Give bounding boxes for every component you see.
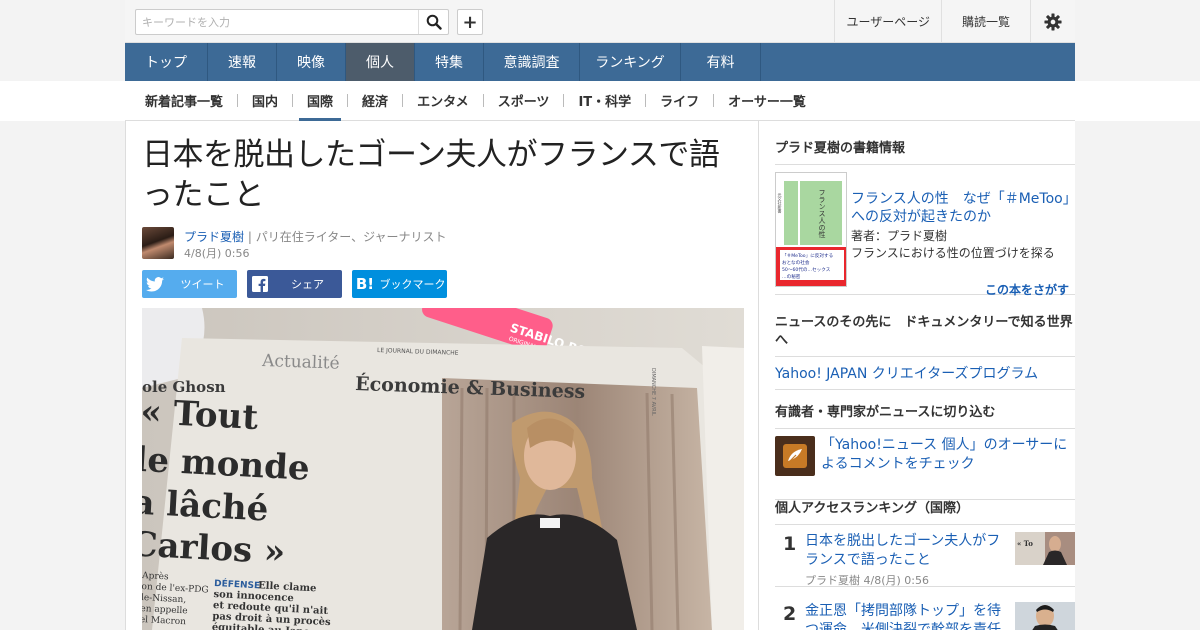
user-page-link[interactable]: ユーザーページ <box>834 0 941 43</box>
divider <box>402 94 404 107</box>
subnav-economy[interactable]: 経済 <box>354 81 396 121</box>
book-description: フランスにおける性の位置づけを探る <box>851 246 1055 260</box>
ranking-thumbnail[interactable]: « To <box>1015 532 1075 565</box>
photo-quote-1: « Tout <box>142 392 259 438</box>
facebook-share-label: シェア <box>291 278 324 291</box>
search-icon <box>426 14 442 30</box>
top-bar: + ユーザーページ 購読一覧 <box>125 0 1075 43</box>
photo-header-left: Actualité <box>261 351 340 374</box>
search-box <box>135 9 449 35</box>
divider <box>482 94 484 107</box>
facebook-share-button[interactable]: シェア <box>247 270 342 298</box>
hatena-bookmark-icon: B! <box>355 275 375 293</box>
ranking-section: 個人アクセスランキング（国際） 1 日本を脱出したゴーン夫人がフランスで語ったこ… <box>775 500 1075 630</box>
book-section: プラド夏樹の書籍情報 フランス人の性 光文社新書 「＃MeToo」に反対するおと… <box>775 140 1075 297</box>
nav-breaking[interactable]: 速報 <box>208 43 277 81</box>
book-author: 著者：プラド夏樹 <box>851 229 948 243</box>
find-book-link[interactable]: この本をさがす <box>985 281 1069 298</box>
experts-card[interactable]: 「Yahoo!ニュース 個人」のオーサーによるコメントをチェック <box>775 434 1075 478</box>
share-buttons: ツイート シェア B! ブックマーク <box>142 270 447 298</box>
article-photo[interactable]: STABILO BOSS ORIGINAL Actualité Économie… <box>142 308 744 630</box>
book-cover-publisher: 光文社新書 <box>778 192 783 214</box>
nav-ranking[interactable]: ランキング <box>580 43 681 81</box>
divider <box>645 94 647 107</box>
ranking-thumbnail[interactable] <box>1015 602 1075 630</box>
ranking-heading: 個人アクセスランキング（国際） <box>775 500 1075 525</box>
divider <box>237 94 239 107</box>
hatena-bookmark-label: ブックマーク <box>379 278 446 291</box>
nav-top[interactable]: トップ <box>125 43 208 81</box>
book-cover-title: フランス人の性 <box>818 189 826 239</box>
gear-icon <box>1044 12 1062 31</box>
subnav-sports[interactable]: スポーツ <box>490 81 558 121</box>
ranking-item[interactable]: 1 日本を脱出したゴーン夫人がフランスで語ったこと プラド夏樹 4/8(月) 0… <box>775 525 1075 587</box>
divider <box>292 94 294 107</box>
subnav-authors[interactable]: オーサー一覧 <box>720 81 814 121</box>
sub-nav: 新着記事一覧 国内 国際 経済 エンタメ スポーツ IT・科学 ライフ オーサー… <box>0 81 1200 121</box>
add-button[interactable]: + <box>457 9 483 35</box>
sidebar: プラド夏樹の書籍情報 フランス人の性 光文社新書 「＃MeToo」に反対するおと… <box>759 121 1075 630</box>
subnav-it-science[interactable]: IT・科学 <box>570 81 639 121</box>
subnav-domestic[interactable]: 国内 <box>244 81 286 121</box>
divider <box>347 94 349 107</box>
article-date: 4/8(月) 0:56 <box>184 247 250 260</box>
hatena-bookmark-button[interactable]: B! ブックマーク <box>352 270 447 298</box>
divider <box>713 94 715 107</box>
experts-section: 有識者・専門家がニュースに切り込む 「Yahoo!ニュース 個人」のオーサーによ… <box>775 404 1075 500</box>
author-role: パリ在住ライター、ジャーナリスト <box>255 230 447 244</box>
subscriptions-link[interactable]: 購読一覧 <box>940 0 1030 43</box>
creators-program-link[interactable]: Yahoo! JAPAN クリエイターズプログラム <box>775 357 1075 390</box>
book-title[interactable]: フランス人の性 なぜ「＃MeToo」への反対が起きたのか <box>851 190 1071 226</box>
divider <box>563 94 565 107</box>
article: 日本を脱出したゴーン夫人がフランスで語ったこと プラド夏樹 | パリ在住ライター… <box>125 121 759 630</box>
article-title: 日本を脱出したゴーン夫人がフランスで語ったこと <box>142 137 720 213</box>
tweet-button[interactable]: ツイート <box>142 270 237 298</box>
photo-quote-4: Carlos » <box>142 524 286 572</box>
avatar[interactable] <box>142 227 174 259</box>
ranking-title[interactable]: 日本を脱出したゴーン夫人がフランスで語ったこと <box>805 532 1009 570</box>
nav-individual[interactable]: 個人 <box>346 43 415 81</box>
global-nav: トップ 速報 映像 個人 特集 意識調査 ランキング 有料 <box>125 43 1075 81</box>
subnav-entertainment[interactable]: エンタメ <box>409 81 477 121</box>
experts-link[interactable]: 「Yahoo!ニュース 個人」のオーサーによるコメントをチェック <box>821 436 1071 474</box>
author-role-separator: | <box>244 230 256 244</box>
search-input[interactable] <box>136 10 418 34</box>
comment-icon <box>775 436 815 476</box>
nav-survey[interactable]: 意識調査 <box>484 43 580 81</box>
subnav-latest[interactable]: 新着記事一覧 <box>137 81 231 121</box>
documentary-section: ニュースのその先に ドキュメンタリーで知る世界へ Yahoo! JAPAN クリ… <box>775 314 1075 390</box>
documentary-heading: ニュースのその先に ドキュメンタリーで知る世界へ <box>775 314 1075 357</box>
settings-button[interactable] <box>1030 0 1075 43</box>
photo-side-label: DIMANCHE 7 AVRIL <box>650 368 656 416</box>
thumb-text: « To <box>1017 539 1033 548</box>
photo-quote-3: a lâché <box>142 483 269 530</box>
search-button[interactable] <box>418 10 448 34</box>
ranking-item[interactable]: 2 金正恩「拷問部隊トップ」を待つ運命…米側決裂で幹部を責任 <box>775 595 1075 630</box>
subnav-life[interactable]: ライフ <box>652 81 707 121</box>
ranking-title[interactable]: 金正恩「拷問部隊トップ」を待つ運命…米側決裂で幹部を責任 <box>805 602 1009 630</box>
nav-video[interactable]: 映像 <box>277 43 346 81</box>
ranking-meta: プラド夏樹 4/8(月) 0:56 <box>805 574 929 587</box>
nav-paid[interactable]: 有料 <box>681 43 761 81</box>
twitter-icon <box>142 270 168 298</box>
book-card: フランス人の性 光文社新書 「＃MeToo」に反対するおとなの社会 50〜60代の… <box>775 140 1075 297</box>
author-name[interactable]: プラド夏樹 <box>184 230 244 244</box>
ranking-number: 2 <box>783 603 797 625</box>
plus-icon: + <box>462 11 478 33</box>
experts-heading: 有識者・専門家がニュースに切り込む <box>775 404 1075 429</box>
facebook-icon <box>247 270 273 298</box>
ranking-number: 1 <box>783 533 797 555</box>
book-cover[interactable]: フランス人の性 光文社新書 「＃MeToo」に反対するおとなの社会 50〜60代の… <box>775 172 847 287</box>
tweet-label: ツイート <box>180 278 225 291</box>
nav-feature[interactable]: 特集 <box>415 43 484 81</box>
subnav-international[interactable]: 国際 <box>299 81 342 121</box>
